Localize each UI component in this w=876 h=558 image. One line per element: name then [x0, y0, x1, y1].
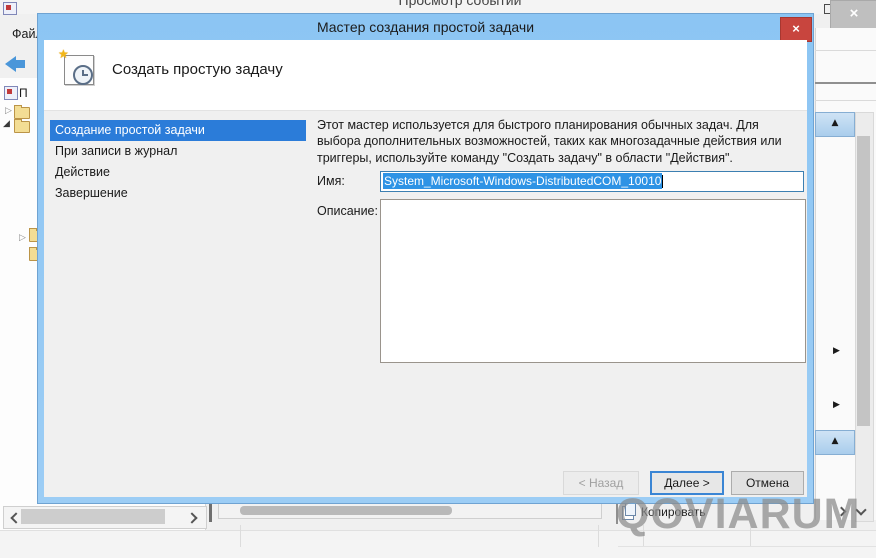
- dialog-title: Мастер создания простой задачи: [316, 19, 535, 35]
- task-name-input[interactable]: System_Microsoft-Windows-DistributedCOM_…: [380, 171, 804, 192]
- tree-root-icon: [4, 86, 18, 100]
- screen: Просмотр событий × Файл П ▷ ◢ ▷ ▲ ▶ ▶ ▲ …: [0, 0, 876, 558]
- tree-expanded-icon[interactable]: ◢: [3, 119, 10, 129]
- background-titlebar: Просмотр событий: [0, 0, 876, 14]
- actions-scroll-up-button[interactable]: ▲: [815, 112, 855, 137]
- description-field-label: Описание:: [317, 204, 378, 218]
- actions-separator: [616, 500, 618, 524]
- wizard-header: ★ Создать простую задачу: [44, 40, 807, 111]
- app-icon: [3, 2, 17, 15]
- list-scrollbar-thumb[interactable]: [240, 506, 452, 515]
- new-star-icon: ★: [58, 47, 69, 61]
- folder-icon[interactable]: [14, 119, 30, 133]
- cancel-button[interactable]: Отмена: [731, 471, 804, 495]
- back-navigation-icon[interactable]: [5, 56, 25, 72]
- scroll-left-icon[interactable]: [10, 512, 22, 524]
- folder-icon[interactable]: [14, 105, 30, 119]
- action-expand-icon[interactable]: ▶: [833, 400, 840, 410]
- tree-expand-icon[interactable]: ▷: [5, 106, 12, 116]
- tree-root-label[interactable]: П: [19, 86, 28, 100]
- copy-action-label[interactable]: Копировать: [641, 505, 706, 519]
- actions-scroll-up-button[interactable]: ▲: [815, 430, 855, 455]
- scheduled-task-icon: ★: [58, 47, 94, 85]
- dialog-close-button[interactable]: ×: [780, 17, 812, 42]
- wizard-page-title: Создать простую задачу: [112, 61, 283, 78]
- actions-divider: [815, 82, 876, 84]
- actions-divider: [815, 100, 876, 101]
- column-divider: [750, 525, 751, 547]
- step-finish[interactable]: Завершение: [50, 183, 306, 204]
- actions-scrollbar-thumb[interactable]: [857, 136, 870, 426]
- step-when-event-logged[interactable]: При записи в журнал: [50, 141, 306, 162]
- selected-text: System_Microsoft-Windows-DistributedCOM_…: [383, 173, 663, 189]
- row-divider: [618, 546, 876, 547]
- background-window-title: Просмотр событий: [398, 0, 522, 8]
- column-divider: [240, 525, 241, 547]
- back-button[interactable]: < Назад: [563, 471, 639, 495]
- clock-icon: [73, 65, 93, 85]
- background-close-button[interactable]: ×: [830, 0, 876, 29]
- wizard-intro-text: Этот мастер используется для быстрого пл…: [317, 118, 782, 165]
- status-strip: [0, 530, 876, 558]
- copy-icon[interactable]: [622, 503, 636, 520]
- actions-divider: [815, 50, 876, 51]
- action-expand-icon[interactable]: ▶: [833, 346, 840, 356]
- step-action[interactable]: Действие: [50, 162, 306, 183]
- step-create-basic-task[interactable]: Создание простой задачи: [50, 120, 306, 141]
- column-divider: [598, 525, 599, 547]
- name-field-label: Имя:: [317, 174, 345, 188]
- dialog-body: ★ Создать простую задачу Создание просто…: [44, 40, 807, 497]
- wizard-steps-nav: Создание простой задачи При записи в жур…: [50, 120, 306, 204]
- back-arrow-head: [5, 56, 16, 72]
- text-caret: [662, 175, 664, 189]
- pane-splitter[interactable]: [209, 500, 212, 522]
- task-description-input[interactable]: [380, 199, 806, 363]
- back-arrow-tail: [16, 60, 25, 68]
- tree-scrollbar-thumb[interactable]: [21, 509, 165, 524]
- create-basic-task-wizard-dialog: Мастер создания простой задачи × ★ Созда…: [38, 14, 813, 503]
- tree-expand-icon[interactable]: ▷: [19, 233, 26, 243]
- scroll-right-icon[interactable]: [186, 512, 198, 524]
- next-button[interactable]: Далее >: [650, 471, 724, 495]
- column-divider: [643, 525, 644, 547]
